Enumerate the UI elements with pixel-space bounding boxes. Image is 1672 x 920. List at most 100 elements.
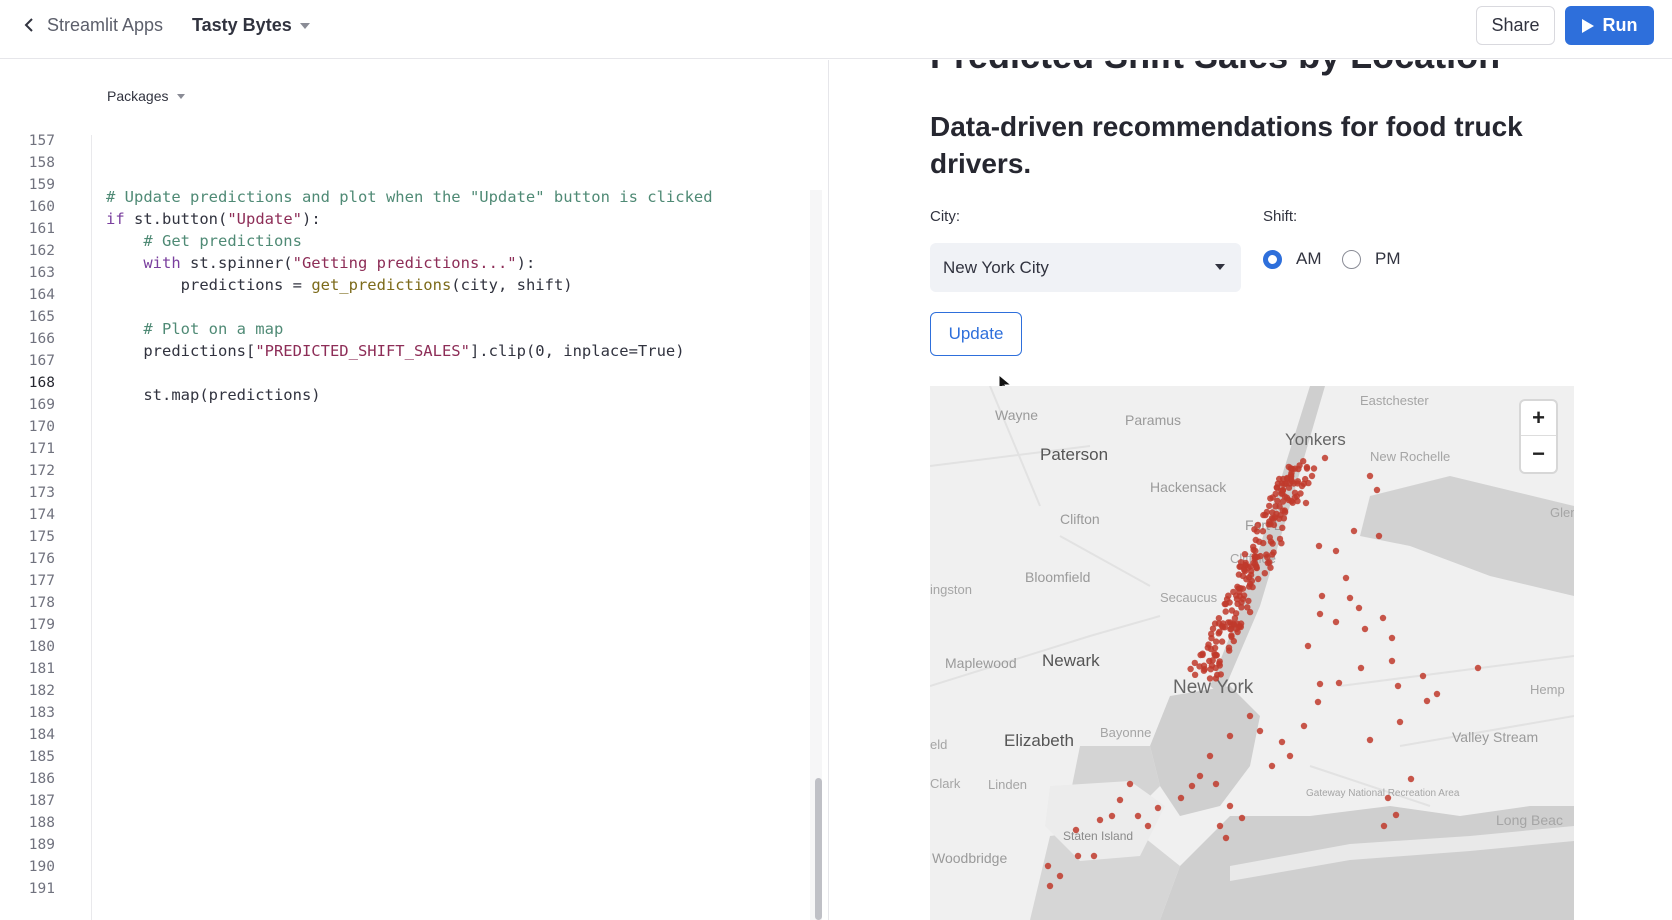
- page-subtitle: Data-driven recommendations for food tru…: [930, 111, 1523, 179]
- city-label: City:: [930, 208, 960, 225]
- prediction-point: [1419, 672, 1427, 680]
- zoom-out-button[interactable]: −: [1521, 436, 1556, 471]
- prediction-point: [1279, 486, 1287, 494]
- caret-down-icon: [177, 93, 186, 99]
- code-line-166[interactable]: predictions["PREDICTED_SHIFT_SALES"].cli…: [106, 342, 684, 360]
- prediction-point: [1090, 852, 1098, 860]
- prediction-point: [1267, 495, 1274, 502]
- update-button[interactable]: Update: [930, 312, 1022, 356]
- prediction-point: [1279, 498, 1287, 505]
- prediction-point: [1314, 698, 1322, 706]
- prediction-point: [1212, 652, 1220, 659]
- line-number-171: 171: [28, 441, 55, 457]
- code-line-161[interactable]: # Get predictions: [106, 232, 302, 250]
- prediction-point: [1388, 634, 1396, 642]
- map-place-label: Hemp: [1530, 682, 1565, 697]
- line-number-190: 190: [28, 859, 55, 875]
- prediction-point: [1392, 811, 1400, 819]
- line-number-172: 172: [28, 463, 55, 479]
- shift-radio-am[interactable]: AM: [1263, 249, 1322, 269]
- map-place-label: Glen C: [1550, 505, 1574, 520]
- prediction-point: [1380, 822, 1388, 830]
- prediction-point: [1225, 644, 1233, 651]
- prediction-point: [1384, 794, 1392, 802]
- prediction-point: [1253, 564, 1260, 571]
- prediction-point: [1126, 780, 1134, 788]
- prediction-point: [1255, 575, 1262, 583]
- prediction-point: [1276, 535, 1284, 543]
- line-number-166: 166: [28, 331, 55, 347]
- line-number-167: 167: [28, 353, 55, 369]
- code-editor[interactable]: Packages 157 158 159 160 161 162 163 164 165 166 1…: [0, 60, 829, 920]
- prediction-point: [1244, 604, 1251, 611]
- prediction-point: [1214, 671, 1221, 679]
- prediction-point: [1074, 852, 1082, 860]
- code-line-160[interactable]: if st.button("Update"):: [106, 210, 321, 228]
- prediction-point: [1302, 499, 1310, 507]
- prediction-point: [1335, 679, 1343, 687]
- line-number-168: 168: [28, 375, 55, 391]
- prediction-point: [1154, 804, 1162, 812]
- map-zoom-control: + −: [1521, 401, 1556, 472]
- prediction-point: [1188, 782, 1196, 790]
- map-place-label: eld: [930, 737, 947, 752]
- breadcrumb-streamlit-apps[interactable]: Streamlit Apps: [47, 15, 163, 36]
- prediction-point: [1308, 472, 1316, 480]
- line-number-175: 175: [28, 529, 55, 545]
- map-place-label: Newark: [1042, 651, 1100, 670]
- prediction-point: [1361, 625, 1369, 633]
- prediction-point: [1044, 862, 1052, 870]
- editor-scrollbar-thumb[interactable]: [815, 778, 822, 920]
- prediction-point: [1346, 594, 1354, 602]
- prediction-point: [1268, 762, 1276, 770]
- shift-radio-pm[interactable]: PM: [1342, 249, 1401, 269]
- code-line-159[interactable]: # Update predictions and plot when the "…: [106, 188, 713, 206]
- map-place-label: Clifton: [1060, 511, 1100, 527]
- back-chevron-icon[interactable]: [18, 14, 40, 36]
- code-line-165[interactable]: # Plot on a map: [106, 320, 283, 338]
- map-place-label: Elizabeth: [1004, 731, 1074, 750]
- prediction-point: [1235, 571, 1243, 578]
- prediction-point: [1252, 536, 1259, 544]
- zoom-in-button[interactable]: +: [1521, 401, 1556, 436]
- prediction-point: [1237, 585, 1244, 592]
- prediction-point: [1303, 465, 1311, 472]
- code-line-163[interactable]: predictions = get_predictions(city, shif…: [106, 276, 573, 294]
- map-place-label: Woodbridge: [932, 850, 1007, 866]
- prediction-point: [1206, 675, 1214, 682]
- prediction-point: [1379, 614, 1387, 622]
- line-number-187: 187: [28, 793, 55, 809]
- map-place-label: Paramus: [1125, 412, 1181, 428]
- prediction-point: [1474, 664, 1482, 672]
- map-canvas[interactable]: Eastchester Wayne Paramus Yonkers New Rochel…: [930, 386, 1574, 920]
- prediction-point: [1254, 553, 1261, 561]
- code-line-168[interactable]: st.map(predictions): [106, 386, 320, 404]
- prediction-point: [1213, 638, 1220, 645]
- line-number-160: 160: [28, 199, 55, 215]
- app-preview: Predicted Shift Sales by Location Data-d…: [830, 60, 1672, 920]
- map-place-label: Valley Stream: [1452, 729, 1538, 745]
- share-button[interactable]: Share: [1476, 6, 1555, 45]
- city-select[interactable]: New York City: [930, 243, 1241, 292]
- map-chart[interactable]: Eastchester Wayne Paramus Yonkers New Rochel…: [930, 386, 1574, 920]
- prediction-point: [1222, 834, 1230, 842]
- prediction-point: [1267, 538, 1275, 545]
- line-number-186: 186: [28, 771, 55, 787]
- map-place-label: New Rochelle: [1370, 449, 1450, 464]
- map-place-label: Wayne: [995, 407, 1038, 423]
- prediction-point: [1206, 752, 1214, 760]
- prediction-point: [1196, 772, 1204, 780]
- line-number-170: 170: [28, 419, 55, 435]
- prediction-point: [1218, 638, 1226, 645]
- prediction-point: [1233, 625, 1240, 633]
- line-number-181: 181: [28, 661, 55, 677]
- app-name-dropdown[interactable]: Tasty Bytes: [192, 15, 310, 36]
- code-line-162[interactable]: with st.spinner("Getting predictions..."…: [106, 254, 535, 272]
- packages-dropdown[interactable]: Packages: [107, 88, 186, 104]
- prediction-point: [1247, 567, 1255, 575]
- line-number-gutter: 157 158 159 160 161 162 163 164 165 166 167 168 169 1…: [0, 133, 92, 920]
- run-button[interactable]: Run: [1565, 6, 1654, 45]
- prediction-point: [1177, 794, 1185, 802]
- city-select-value: New York City: [943, 257, 1049, 277]
- prediction-point: [1407, 775, 1415, 783]
